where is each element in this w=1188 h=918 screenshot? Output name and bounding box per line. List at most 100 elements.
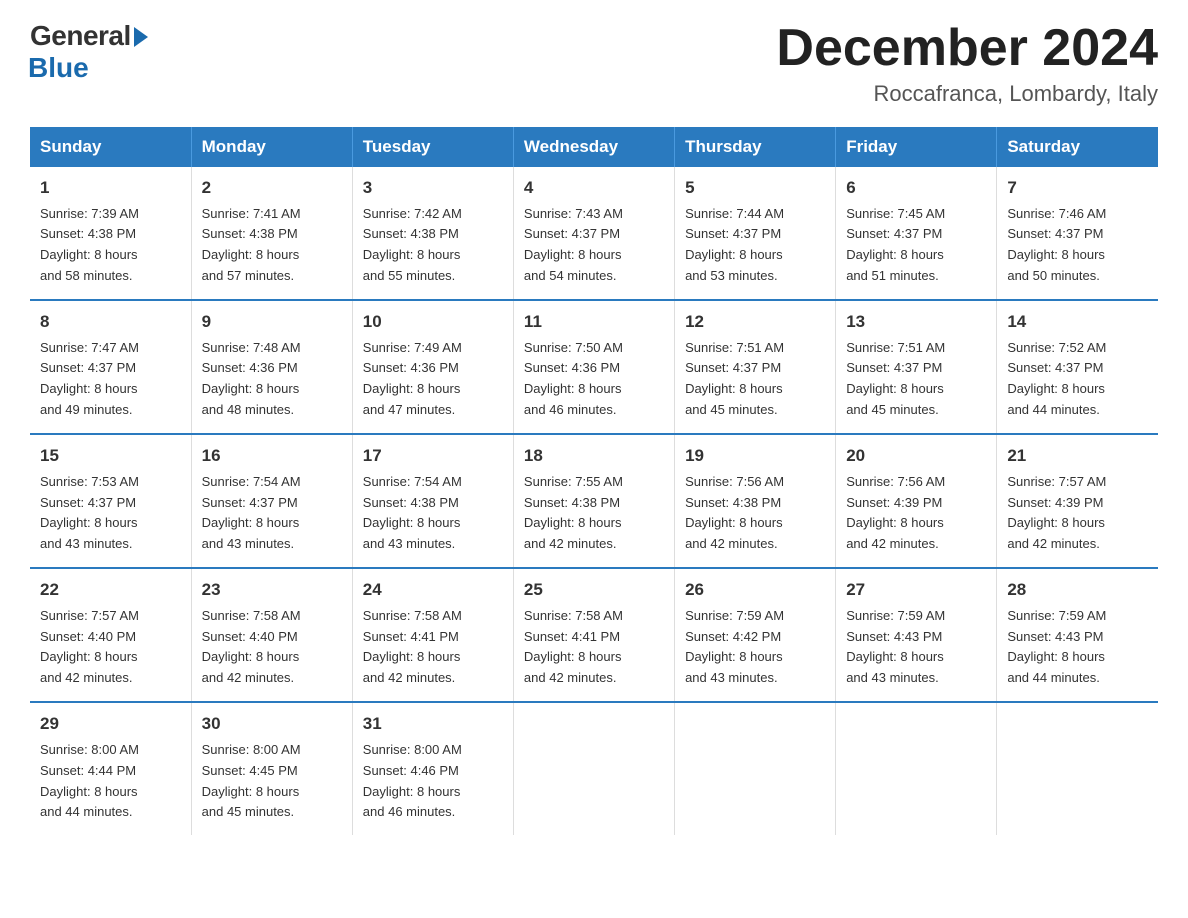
table-row: 24 Sunrise: 7:58 AMSunset: 4:41 PMDayligh…	[352, 568, 513, 702]
day-detail: Sunrise: 7:54 AMSunset: 4:37 PMDaylight:…	[202, 474, 301, 552]
day-detail: Sunrise: 7:46 AMSunset: 4:37 PMDaylight:…	[1007, 206, 1106, 284]
day-number: 19	[685, 443, 825, 469]
day-detail: Sunrise: 7:54 AMSunset: 4:38 PMDaylight:…	[363, 474, 462, 552]
day-detail: Sunrise: 7:48 AMSunset: 4:36 PMDaylight:…	[202, 340, 301, 418]
day-detail: Sunrise: 7:59 AMSunset: 4:43 PMDaylight:…	[846, 608, 945, 686]
table-row: 29 Sunrise: 8:00 AMSunset: 4:44 PMDayligh…	[30, 702, 191, 835]
title-section: December 2024 Roccafranca, Lombardy, Ita…	[776, 20, 1158, 107]
day-number: 3	[363, 175, 503, 201]
table-row: 26Sunrise: 7:59 AMSunset: 4:42 PMDayligh…	[675, 568, 836, 702]
table-row: 2 Sunrise: 7:41 AMSunset: 4:38 PMDaylight…	[191, 167, 352, 300]
day-detail: Sunrise: 7:56 AMSunset: 4:38 PMDaylight:…	[685, 474, 784, 552]
day-detail: Sunrise: 7:57 AMSunset: 4:40 PMDaylight:…	[40, 608, 139, 686]
day-detail: Sunrise: 7:58 AMSunset: 4:40 PMDaylight:…	[202, 608, 301, 686]
table-row: 12Sunrise: 7:51 AMSunset: 4:37 PMDayligh…	[675, 300, 836, 434]
table-row: 28 Sunrise: 7:59 AMSunset: 4:43 PMDayligh…	[997, 568, 1158, 702]
table-row	[997, 702, 1158, 835]
table-row: 3 Sunrise: 7:42 AMSunset: 4:38 PMDaylight…	[352, 167, 513, 300]
day-detail: Sunrise: 7:50 AMSunset: 4:36 PMDaylight:…	[524, 340, 623, 418]
day-detail: Sunrise: 7:53 AMSunset: 4:37 PMDaylight:…	[40, 474, 139, 552]
day-number: 15	[40, 443, 181, 469]
day-number: 24	[363, 577, 503, 603]
table-row: 19 Sunrise: 7:56 AMSunset: 4:38 PMDayligh…	[675, 434, 836, 568]
day-number: 31	[363, 711, 503, 737]
table-row: 22 Sunrise: 7:57 AMSunset: 4:40 PMDayligh…	[30, 568, 191, 702]
table-row: 17 Sunrise: 7:54 AMSunset: 4:38 PMDayligh…	[352, 434, 513, 568]
calendar-table: Sunday Monday Tuesday Wednesday Thursday…	[30, 127, 1158, 835]
day-detail: Sunrise: 7:41 AMSunset: 4:38 PMDaylight:…	[202, 206, 301, 284]
day-number: 13	[846, 309, 986, 335]
header-wednesday: Wednesday	[513, 127, 674, 167]
day-detail: Sunrise: 7:55 AMSunset: 4:38 PMDaylight:…	[524, 474, 623, 552]
day-number: 30	[202, 711, 342, 737]
day-detail: Sunrise: 7:59 AMSunset: 4:42 PMDaylight:…	[685, 608, 784, 686]
logo: General Blue	[30, 20, 148, 84]
day-number: 2	[202, 175, 342, 201]
day-detail: Sunrise: 8:00 AMSunset: 4:44 PMDaylight:…	[40, 742, 139, 820]
day-number: 17	[363, 443, 503, 469]
table-row: 18 Sunrise: 7:55 AMSunset: 4:38 PMDayligh…	[513, 434, 674, 568]
table-row: 21 Sunrise: 7:57 AMSunset: 4:39 PMDayligh…	[997, 434, 1158, 568]
day-number: 20	[846, 443, 986, 469]
table-row	[836, 702, 997, 835]
day-number: 11	[524, 309, 664, 335]
day-number: 22	[40, 577, 181, 603]
table-row: 11 Sunrise: 7:50 AMSunset: 4:36 PMDayligh…	[513, 300, 674, 434]
day-number: 18	[524, 443, 664, 469]
day-detail: Sunrise: 7:43 AMSunset: 4:37 PMDaylight:…	[524, 206, 623, 284]
day-detail: Sunrise: 7:51 AMSunset: 4:37 PMDaylight:…	[685, 340, 784, 418]
day-number: 21	[1007, 443, 1148, 469]
table-row: 31 Sunrise: 8:00 AMSunset: 4:46 PMDayligh…	[352, 702, 513, 835]
day-detail: Sunrise: 7:47 AMSunset: 4:37 PMDaylight:…	[40, 340, 139, 418]
day-detail: Sunrise: 7:59 AMSunset: 4:43 PMDaylight:…	[1007, 608, 1106, 686]
table-row: 13Sunrise: 7:51 AMSunset: 4:37 PMDayligh…	[836, 300, 997, 434]
table-row: 10 Sunrise: 7:49 AMSunset: 4:36 PMDayligh…	[352, 300, 513, 434]
table-row	[513, 702, 674, 835]
day-detail: Sunrise: 7:56 AMSunset: 4:39 PMDaylight:…	[846, 474, 945, 552]
day-number: 6	[846, 175, 986, 201]
day-number: 10	[363, 309, 503, 335]
day-detail: Sunrise: 8:00 AMSunset: 4:46 PMDaylight:…	[363, 742, 462, 820]
day-number: 23	[202, 577, 342, 603]
day-number: 14	[1007, 309, 1148, 335]
day-detail: Sunrise: 7:42 AMSunset: 4:38 PMDaylight:…	[363, 206, 462, 284]
header-thursday: Thursday	[675, 127, 836, 167]
page-header: General Blue December 2024 Roccafranca, …	[30, 20, 1158, 107]
table-row: 9 Sunrise: 7:48 AMSunset: 4:36 PMDaylight…	[191, 300, 352, 434]
calendar-body: 1 Sunrise: 7:39 AMSunset: 4:38 PMDaylight…	[30, 167, 1158, 835]
day-number: 27	[846, 577, 986, 603]
day-detail: Sunrise: 7:58 AMSunset: 4:41 PMDaylight:…	[524, 608, 623, 686]
table-row: 20 Sunrise: 7:56 AMSunset: 4:39 PMDayligh…	[836, 434, 997, 568]
header-tuesday: Tuesday	[352, 127, 513, 167]
table-row: 27 Sunrise: 7:59 AMSunset: 4:43 PMDayligh…	[836, 568, 997, 702]
header-sunday: Sunday	[30, 127, 191, 167]
header-monday: Monday	[191, 127, 352, 167]
header-friday: Friday	[836, 127, 997, 167]
day-detail: Sunrise: 7:49 AMSunset: 4:36 PMDaylight:…	[363, 340, 462, 418]
logo-arrow-icon	[134, 27, 148, 47]
day-number: 28	[1007, 577, 1148, 603]
table-row: 14 Sunrise: 7:52 AMSunset: 4:37 PMDayligh…	[997, 300, 1158, 434]
day-detail: Sunrise: 7:45 AMSunset: 4:37 PMDaylight:…	[846, 206, 945, 284]
table-row: 1 Sunrise: 7:39 AMSunset: 4:38 PMDaylight…	[30, 167, 191, 300]
day-detail: Sunrise: 8:00 AMSunset: 4:45 PMDaylight:…	[202, 742, 301, 820]
day-detail: Sunrise: 7:57 AMSunset: 4:39 PMDaylight:…	[1007, 474, 1106, 552]
table-row: 5Sunrise: 7:44 AMSunset: 4:37 PMDaylight…	[675, 167, 836, 300]
table-row	[675, 702, 836, 835]
day-number: 4	[524, 175, 664, 201]
day-number: 8	[40, 309, 181, 335]
day-number: 29	[40, 711, 181, 737]
day-detail: Sunrise: 7:58 AMSunset: 4:41 PMDaylight:…	[363, 608, 462, 686]
day-detail: Sunrise: 7:39 AMSunset: 4:38 PMDaylight:…	[40, 206, 139, 284]
day-detail: Sunrise: 7:52 AMSunset: 4:37 PMDaylight:…	[1007, 340, 1106, 418]
table-row: 6 Sunrise: 7:45 AMSunset: 4:37 PMDaylight…	[836, 167, 997, 300]
day-number: 16	[202, 443, 342, 469]
location: Roccafranca, Lombardy, Italy	[776, 81, 1158, 107]
calendar-header: Sunday Monday Tuesday Wednesday Thursday…	[30, 127, 1158, 167]
day-number: 25	[524, 577, 664, 603]
table-row: 7Sunrise: 7:46 AMSunset: 4:37 PMDaylight…	[997, 167, 1158, 300]
day-number: 1	[40, 175, 181, 201]
day-number: 9	[202, 309, 342, 335]
logo-general-text: General	[30, 20, 131, 52]
table-row: 15 Sunrise: 7:53 AMSunset: 4:37 PMDayligh…	[30, 434, 191, 568]
